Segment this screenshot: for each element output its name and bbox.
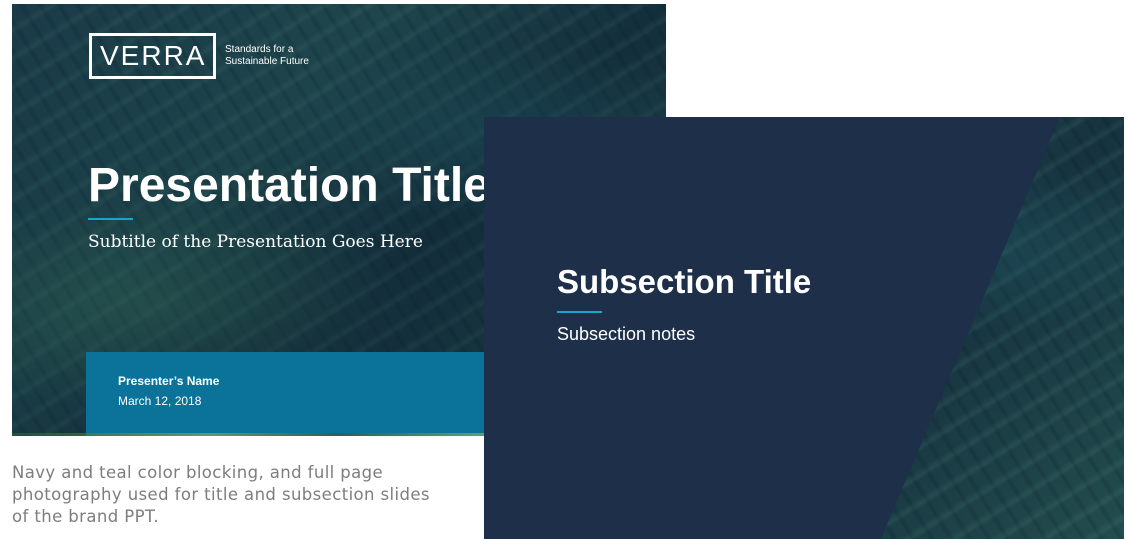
presenter-name: Presenter’s Name xyxy=(118,374,220,388)
title-accent-line xyxy=(88,218,133,220)
caption-text: Navy and teal color blocking, and full p… xyxy=(12,463,430,526)
presentation-subtitle: Subtitle of the Presentation Goes Here xyxy=(88,232,423,252)
subsection-slide-preview: Subsection Title Subsection notes xyxy=(484,117,1124,539)
presentation-title: Presentation Title xyxy=(88,159,490,212)
subsection-title: Subsection Title xyxy=(557,263,812,300)
subsection-accent-line xyxy=(557,311,602,313)
verra-logo: VERRA Standards for a Sustainable Future xyxy=(89,33,335,79)
subsection-notes: Subsection notes xyxy=(557,324,696,344)
presenter-block: Presenter’s Name March 12, 2018 xyxy=(86,352,506,436)
logo-tagline: Standards for a Sustainable Future xyxy=(225,44,309,67)
logo-wordmark: VERRA xyxy=(89,33,216,79)
presentation-date: March 12, 2018 xyxy=(118,394,202,408)
